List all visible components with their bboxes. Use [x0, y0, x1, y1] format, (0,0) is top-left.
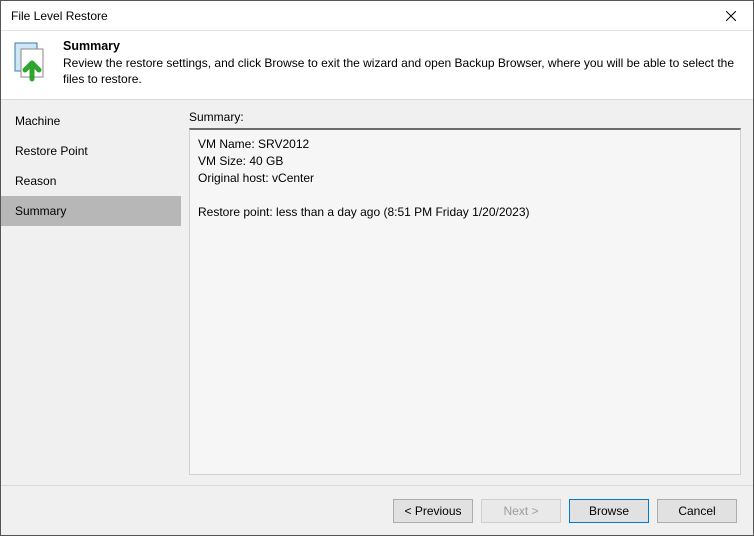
wizard-footer: < Previous Next > Browse Cancel	[1, 485, 753, 535]
wizard-window: File Level Restore Summary Review the re…	[0, 0, 754, 536]
header-title: Summary	[63, 39, 743, 53]
sidebar-item-machine[interactable]: Machine	[1, 106, 181, 136]
button-label: < Previous	[404, 504, 461, 518]
summary-label: Summary:	[189, 110, 741, 124]
button-label: Browse	[589, 504, 629, 518]
window-title: File Level Restore	[11, 9, 108, 23]
sidebar-item-summary[interactable]: Summary	[1, 196, 181, 226]
button-label: Cancel	[678, 504, 715, 518]
wizard-header: Summary Review the restore settings, and…	[1, 31, 753, 100]
sidebar-item-reason[interactable]: Reason	[1, 166, 181, 196]
sidebar-item-label: Reason	[15, 174, 56, 188]
next-button: Next >	[481, 499, 561, 523]
summary-textbox[interactable]: VM Name: SRV2012 VM Size: 40 GB Original…	[189, 128, 741, 475]
sidebar-item-label: Machine	[15, 114, 60, 128]
main-panel: Summary: VM Name: SRV2012 VM Size: 40 GB…	[181, 100, 753, 485]
titlebar: File Level Restore	[1, 1, 753, 31]
wizard-body: Machine Restore Point Reason Summary Sum…	[1, 100, 753, 485]
restore-icon	[11, 41, 53, 83]
sidebar-item-label: Summary	[15, 204, 66, 218]
sidebar-item-restore-point[interactable]: Restore Point	[1, 136, 181, 166]
close-button[interactable]	[708, 1, 753, 31]
wizard-sidebar: Machine Restore Point Reason Summary	[1, 100, 181, 485]
browse-button[interactable]: Browse	[569, 499, 649, 523]
previous-button[interactable]: < Previous	[393, 499, 473, 523]
header-text: Summary Review the restore settings, and…	[63, 39, 743, 87]
sidebar-item-label: Restore Point	[15, 144, 88, 158]
header-description: Review the restore settings, and click B…	[63, 55, 743, 87]
close-icon	[726, 11, 736, 21]
cancel-button[interactable]: Cancel	[657, 499, 737, 523]
button-label: Next >	[503, 504, 538, 518]
